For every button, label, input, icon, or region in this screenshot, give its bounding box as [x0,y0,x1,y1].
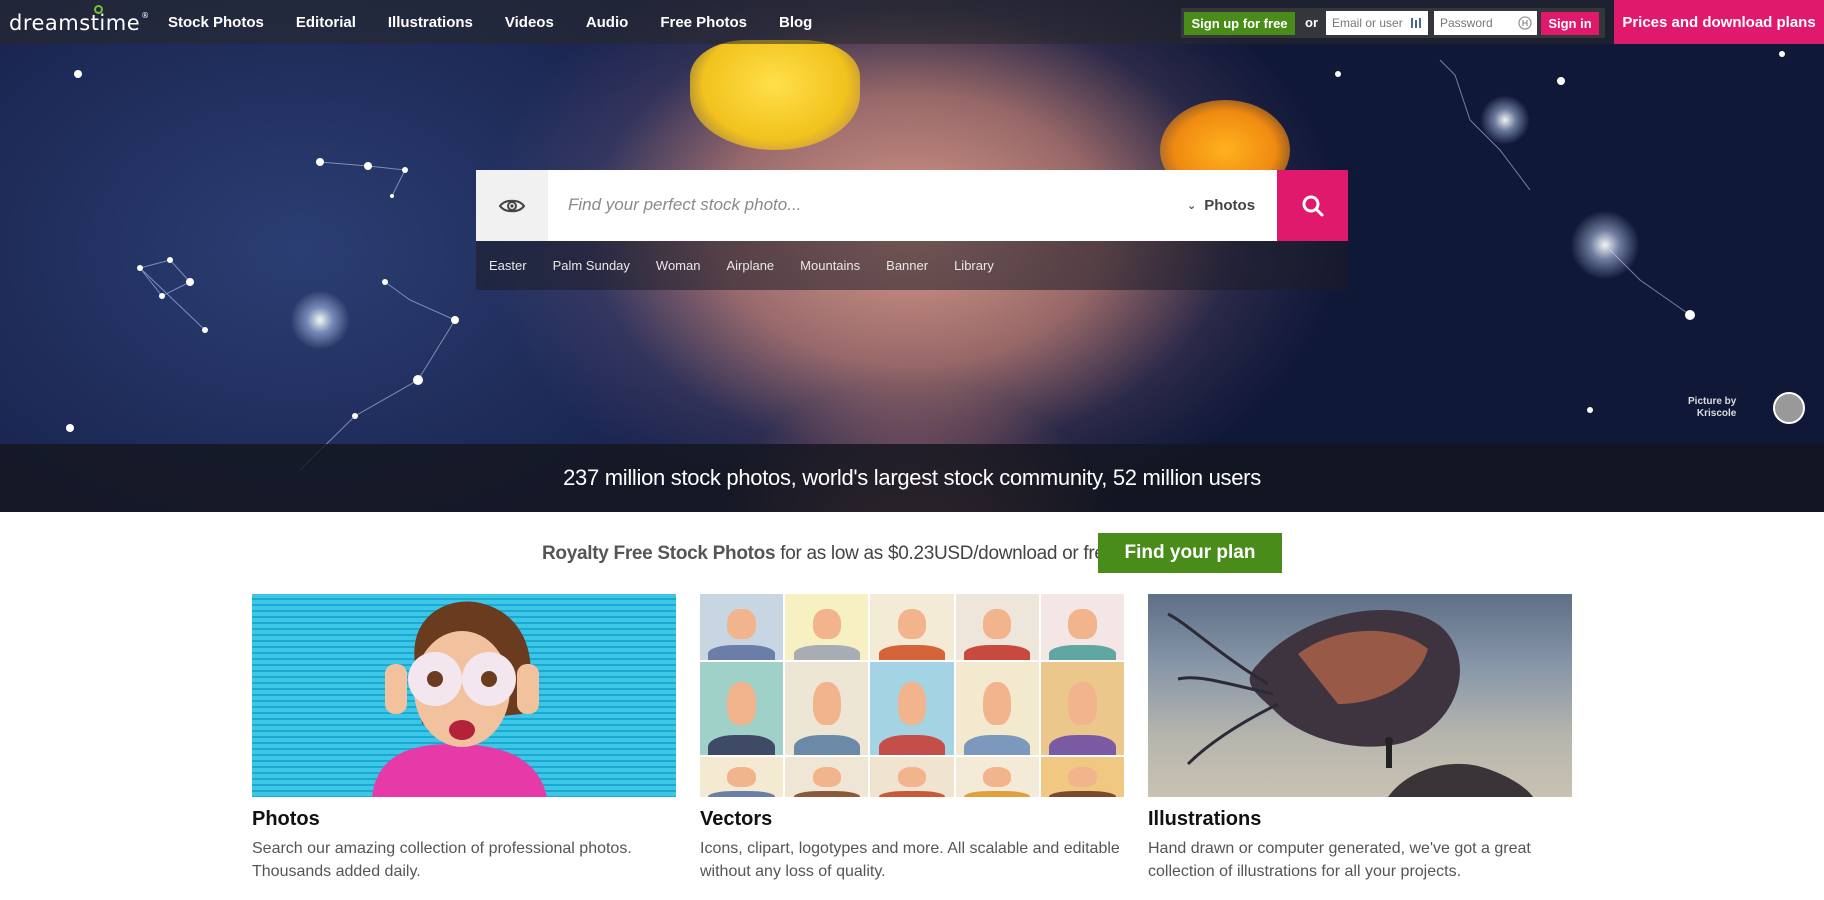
avatar-tile [1040,662,1124,755]
popular-tags: Easter Palm Sunday Woman Airplane Mounta… [476,241,1348,290]
password-field[interactable]: Password [1434,11,1537,35]
nav-editorial[interactable]: Editorial [296,14,356,31]
avatar-tile [1040,594,1124,660]
or-label: or [1305,15,1318,30]
card-title[interactable]: Vectors [700,808,1124,831]
nav-free-photos[interactable]: Free Photos [660,14,747,31]
search-type-select[interactable]: ⌄ Photos [1187,197,1255,214]
vectors-thumbnail[interactable] [700,594,1124,797]
photos-card[interactable]: Photos Search our amazing collection of … [252,594,676,883]
avatar-tile [955,594,1039,660]
plan-row: Royalty Free Stock Photos for as low as … [0,532,1824,574]
visual-search-button[interactable] [476,170,548,241]
prices-button[interactable]: Prices and download plans [1614,0,1824,44]
author-avatar[interactable] [1773,392,1805,424]
nav-videos[interactable]: Videos [505,14,554,31]
woman-with-donuts-image [372,601,547,797]
password-placeholder: Password [1440,16,1493,30]
login-panel: Sign up for free or Email or user Passwo… [1181,8,1605,38]
tag-link[interactable]: Library [954,258,994,273]
stats-text: 237 million stock photos, world's larges… [563,465,1261,490]
plan-tagline-rest: for as low as $0.23USD/download or free [775,543,1115,564]
avatar-tile [785,757,869,797]
avatar-tile [870,662,954,755]
logo-swirl-icon [94,5,103,14]
avatar-tile [700,757,784,797]
tag-link[interactable]: Banner [886,258,928,273]
card-description: Search our amazing collection of profess… [252,840,632,880]
signin-button[interactable]: Sign in [1541,12,1599,35]
password-manager-icon[interactable] [1409,16,1423,30]
nav-audio[interactable]: Audio [586,14,629,31]
illustrations-card[interactable]: Illustrations Hand drawn or computer gen… [1148,594,1572,883]
avatar-tile [785,594,869,660]
key-icon[interactable] [1518,16,1532,30]
credit-label: Picture by [1688,396,1737,407]
avatar-tile [700,662,784,755]
star-glow [1480,95,1530,145]
find-plan-button[interactable]: Find your plan [1098,533,1282,573]
star-glow [290,290,350,350]
dreamstime-logo[interactable]: dreamstime® [9,5,150,35]
search-button[interactable] [1277,170,1348,241]
main-nav: Stock Photos Editorial Illustrations Vid… [168,14,844,31]
search-type-label: Photos [1204,197,1256,214]
search-box: Find your perfect stock photo... ⌄ Photo… [476,170,1348,241]
card-description: Icons, clipart, logotypes and more. All … [700,840,1120,880]
eye-icon [498,199,526,212]
logo-text: dreamstime [9,11,141,35]
nav-blog[interactable]: Blog [779,14,812,31]
email-field[interactable]: Email or user [1326,11,1428,35]
card-title[interactable]: Photos [252,808,676,831]
tag-link[interactable]: Mountains [800,258,860,273]
avatar-tile [870,594,954,660]
flower-petals [690,40,860,150]
plan-tagline: Royalty Free Stock Photos for as low as … [542,543,1115,565]
search-input[interactable]: Find your perfect stock photo... [568,195,801,215]
avatar-tile [785,662,869,755]
avatar-tile [955,757,1039,797]
registered-mark: ® [141,11,150,20]
search-icon [1302,195,1323,216]
tag-link[interactable]: Palm Sunday [553,258,630,273]
tag-link[interactable]: Woman [656,258,701,273]
stats-banner: 237 million stock photos, world's larges… [0,444,1824,512]
signup-button[interactable]: Sign up for free [1184,12,1295,35]
avatar-tile [700,594,784,660]
tag-link[interactable]: Easter [489,258,527,273]
credit-author: Kriscole [1696,408,1737,419]
star-glow [1570,210,1640,280]
avatar-tile [1040,757,1124,797]
plan-tagline-bold: Royalty Free Stock Photos [542,543,776,564]
top-navigation-bar: dreamstime® Stock Photos Editorial Illus… [0,0,1824,44]
avatar-tile [955,662,1039,755]
tag-link[interactable]: Airplane [726,258,774,273]
nav-stock-photos[interactable]: Stock Photos [168,14,264,31]
photos-thumbnail[interactable] [252,594,676,797]
nav-illustrations[interactable]: Illustrations [388,14,473,31]
card-title[interactable]: Illustrations [1148,808,1572,831]
chevron-down-icon: ⌄ [1187,200,1197,212]
email-placeholder: Email or user [1332,16,1403,30]
illustrations-thumbnail[interactable] [1148,594,1572,797]
card-description: Hand drawn or computer generated, we've … [1148,840,1531,880]
picture-credit[interactable]: Picture by Kriscole [1688,396,1736,420]
vectors-card[interactable]: Vectors Icons, clipart, logotypes and mo… [700,594,1124,883]
avatar-tile [870,757,954,797]
flying-fish-illustration [1167,610,1533,797]
